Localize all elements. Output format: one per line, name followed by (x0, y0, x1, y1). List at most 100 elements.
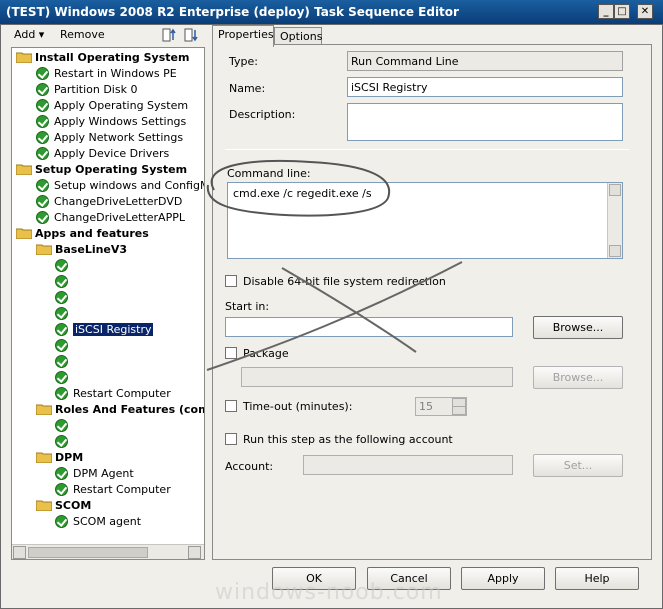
tree-step-blurred[interactable] (55, 370, 73, 386)
success-check-icon (55, 419, 68, 432)
folder-icon (36, 404, 52, 415)
window-title: (TEST) Windows 2008 R2 Enterprise (deplo… (6, 5, 459, 19)
run-as-account-checkbox[interactable] (225, 433, 237, 445)
package-input (241, 367, 513, 387)
tree-step[interactable]: ChangeDriveLetterAPPL (36, 210, 185, 226)
browse-start-in-button[interactable]: Browse... (533, 316, 623, 339)
tree-group[interactable]: Apps and features (16, 226, 149, 242)
success-check-icon (36, 131, 49, 144)
move-up-icon[interactable] (162, 28, 178, 42)
tree-step[interactable]: Restart Computer (55, 482, 171, 498)
folder-icon (36, 244, 52, 255)
success-check-icon (55, 467, 68, 480)
timeout-checkbox[interactable] (225, 400, 237, 412)
tree-group[interactable]: Setup Operating System (16, 162, 187, 178)
tree-step-blurred[interactable] (55, 306, 73, 322)
tree-step-blurred[interactable] (55, 418, 73, 434)
success-check-icon (55, 323, 68, 336)
description-input[interactable] (347, 103, 623, 141)
timeout-spinner: 15 (415, 397, 467, 416)
success-check-icon (36, 195, 49, 208)
folder-icon (16, 228, 32, 239)
add-button[interactable]: Add ▾ (10, 26, 48, 44)
success-check-icon (36, 179, 49, 192)
start-in-input[interactable] (225, 317, 513, 337)
tree-step-blurred[interactable] (55, 258, 73, 274)
tree-toolbar: Add ▾ Remove (8, 26, 208, 46)
success-check-icon (36, 67, 49, 80)
success-check-icon (55, 339, 68, 352)
package-checkbox[interactable] (225, 347, 237, 359)
start-in-label: Start in: (225, 300, 270, 313)
move-down-icon[interactable] (184, 28, 200, 42)
tree-horizontal-scrollbar[interactable] (12, 544, 204, 559)
scroll-right-icon[interactable] (188, 546, 201, 559)
package-label: Package (243, 347, 289, 360)
remove-button[interactable]: Remove (56, 26, 109, 44)
tree-step[interactable]: Apply Network Settings (36, 130, 183, 146)
tree-group[interactable]: Install Operating System (16, 50, 189, 66)
tree-step[interactable]: ChangeDriveLetterDVD (36, 194, 182, 210)
tree-step[interactable]: Setup windows and ConfigMgr (36, 178, 204, 194)
tree-group[interactable]: SCOM (36, 498, 91, 514)
tree-step-blurred[interactable] (55, 338, 73, 354)
tree-step[interactable]: DPM Agent (55, 466, 134, 482)
scroll-down-icon[interactable] (609, 245, 621, 257)
tree-step[interactable]: Apply Operating System (36, 98, 188, 114)
scroll-thumb[interactable] (28, 547, 148, 558)
tree-step[interactable]: Restart Computer (55, 386, 171, 402)
command-line-scrollbar[interactable] (607, 183, 622, 258)
type-label: Type: (229, 55, 258, 68)
tree-step[interactable]: Partition Disk 0 (36, 82, 137, 98)
maximize-button[interactable]: □ (614, 4, 630, 19)
description-label: Description: (229, 108, 296, 121)
tree-group[interactable]: Roles And Features (comm (36, 402, 204, 418)
success-check-icon (55, 291, 68, 304)
tree-group[interactable]: DPM (36, 450, 83, 466)
success-check-icon (36, 83, 49, 96)
minimize-button[interactable]: _ (598, 4, 614, 19)
tree-step[interactable]: Apply Device Drivers (36, 146, 169, 162)
success-check-icon (55, 371, 68, 384)
success-check-icon (55, 259, 68, 272)
tree-step-blurred[interactable] (55, 274, 73, 290)
tree-group[interactable]: BaseLineV3 (36, 242, 127, 258)
type-field: Run Command Line (347, 51, 623, 71)
name-input[interactable]: iSCSI Registry (347, 77, 623, 97)
success-check-icon (36, 211, 49, 224)
tree-step[interactable]: Apply Windows Settings (36, 114, 186, 130)
apply-button[interactable]: Apply (461, 567, 545, 590)
command-line-input[interactable]: cmd.exe /c regedit.exe /s (227, 182, 623, 259)
scroll-left-icon[interactable] (13, 546, 26, 559)
tree-step[interactable]: Restart in Windows PE (36, 66, 177, 82)
success-check-icon (36, 115, 49, 128)
success-check-icon (36, 147, 49, 160)
tree-step-blurred[interactable] (55, 354, 73, 370)
folder-icon (16, 52, 32, 63)
window-title-bar[interactable]: (TEST) Windows 2008 R2 Enterprise (deplo… (0, 0, 663, 24)
account-label: Account: (225, 460, 274, 473)
command-line-label: Command line: (227, 167, 311, 180)
tree-step[interactable]: SCOM agent (55, 514, 141, 530)
folder-icon (36, 500, 52, 511)
tree-step-blurred[interactable] (55, 290, 73, 306)
task-sequence-tree[interactable]: Install Operating System Restart in Wind… (11, 47, 205, 560)
disable-64bit-checkbox[interactable] (225, 275, 237, 287)
success-check-icon (55, 355, 68, 368)
success-check-icon (36, 99, 49, 112)
run-as-account-label: Run this step as the following account (243, 433, 453, 446)
success-check-icon (55, 275, 68, 288)
disable-64bit-label: Disable 64-bit file system redirection (243, 275, 446, 288)
tree-step-blurred[interactable] (55, 434, 73, 450)
scroll-up-icon[interactable] (609, 184, 621, 196)
divider (225, 149, 629, 150)
success-check-icon (55, 307, 68, 320)
help-button[interactable]: Help (555, 567, 639, 590)
close-button[interactable]: ✕ (637, 4, 653, 19)
tab-properties[interactable]: Properties (212, 25, 274, 47)
browse-package-button: Browse... (533, 366, 623, 389)
watermark-text: windows-noob.com (215, 580, 443, 605)
tree-step-selected[interactable]: iSCSI Registry (55, 322, 154, 338)
folder-icon (16, 164, 32, 175)
spin-down-icon (452, 406, 466, 415)
